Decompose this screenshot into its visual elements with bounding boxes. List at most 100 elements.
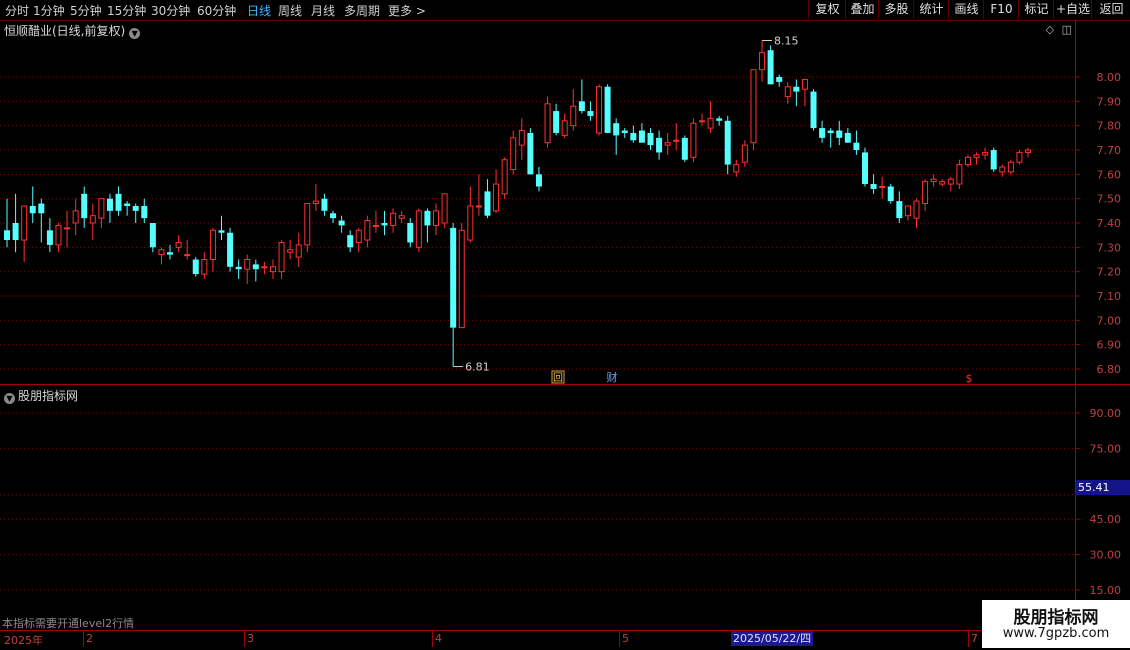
date-tick <box>619 631 620 647</box>
candle-body <box>295 244 302 258</box>
price-axis-label: 7.00 <box>1097 314 1122 327</box>
candle-body <box>578 101 585 112</box>
price-axis-label: 7.40 <box>1097 217 1122 230</box>
candle-body <box>1025 149 1032 153</box>
month-label: 2 <box>86 632 93 645</box>
candle-body <box>330 213 337 219</box>
candle-body <box>12 223 19 241</box>
candle-body <box>836 130 843 138</box>
candle-body <box>690 122 697 158</box>
price-axis-label: 7.20 <box>1097 266 1122 279</box>
candle-body <box>587 111 594 116</box>
candle-body <box>252 264 259 270</box>
candle-body <box>64 227 71 230</box>
candle-body <box>844 132 851 143</box>
candle-body <box>784 86 791 97</box>
candle-body <box>467 205 474 241</box>
watermark-url: www.7gpzb.com <box>1002 626 1110 641</box>
candle-body <box>141 205 148 219</box>
candle-body <box>304 203 311 246</box>
candle-body <box>424 210 431 226</box>
candle-body <box>973 154 980 158</box>
date-tick <box>83 631 84 647</box>
date-tick <box>968 631 969 647</box>
candle-body <box>227 232 234 267</box>
candle-body <box>235 266 242 270</box>
candle-body <box>510 137 517 170</box>
candle-body <box>158 249 165 256</box>
candle-body <box>175 241 182 248</box>
candle-body <box>604 86 611 133</box>
candle-body <box>167 252 174 255</box>
price-axis-label: 7.10 <box>1097 290 1122 303</box>
candle-body <box>879 186 886 188</box>
sub-axis-label: 45.00 <box>1090 513 1122 526</box>
candle-body <box>98 198 105 219</box>
candle-body <box>124 203 131 206</box>
price-axis-label: 7.60 <box>1097 168 1122 181</box>
candle-body <box>776 77 783 82</box>
candle-body <box>561 120 568 136</box>
candle-body <box>493 183 500 212</box>
candle-body <box>767 50 774 85</box>
candle-body <box>638 130 645 143</box>
candle-body <box>106 198 113 211</box>
candle-body <box>312 200 319 205</box>
candle-body <box>922 181 929 205</box>
price-axis-label: 7.70 <box>1097 144 1122 157</box>
candle-body <box>407 223 414 243</box>
candle-body <box>38 203 45 214</box>
price-axis-label: 6.90 <box>1097 339 1122 352</box>
candle-body <box>441 193 448 224</box>
candle-body <box>724 120 731 165</box>
candle-body <box>218 230 225 233</box>
candle-body <box>72 210 79 224</box>
candle-body <box>630 132 637 141</box>
sub-axis-label: 30.00 <box>1090 549 1122 562</box>
candle-body <box>192 259 199 275</box>
candle-body <box>913 200 920 219</box>
low-price-label: 6.81 <box>465 361 490 374</box>
candle-body <box>681 137 688 160</box>
candle-body <box>475 205 482 208</box>
price-axis-label: 7.50 <box>1097 193 1122 206</box>
price-axis-label: 6.80 <box>1097 363 1122 376</box>
sub-axis-label: 15.00 <box>1090 584 1122 597</box>
candle-body <box>887 186 894 202</box>
candle-body <box>518 130 525 146</box>
year-label: 2025年 <box>4 634 43 647</box>
candle-body <box>355 229 362 243</box>
candle-body <box>338 220 345 226</box>
candle-body <box>372 224 379 227</box>
candle-body <box>999 166 1006 173</box>
event-marker-cai: 财 <box>607 370 618 384</box>
candle-body <box>1016 151 1023 163</box>
candle-body <box>904 205 911 217</box>
candle-body <box>793 86 800 92</box>
candle-body <box>55 224 62 246</box>
candle-body <box>132 205 139 211</box>
candle-body <box>149 223 156 248</box>
candle-body <box>4 230 10 241</box>
candle-body <box>964 156 971 166</box>
sub-pane-title: ▼ 股朋指标网 <box>4 387 78 404</box>
candle-body <box>321 198 328 211</box>
candle-body <box>287 249 294 253</box>
candle-body <box>982 151 989 156</box>
candle-body <box>390 212 397 226</box>
candle-body <box>698 120 705 123</box>
axis-divider <box>1075 20 1076 630</box>
candle-body <box>810 91 817 129</box>
candle-body <box>381 223 388 226</box>
price-axis-label: 7.30 <box>1097 241 1122 254</box>
candle-body <box>853 142 860 150</box>
candle-body <box>896 201 903 219</box>
candle-body <box>46 230 53 245</box>
candle-body <box>244 259 251 270</box>
candlestick-chart[interactable]: 8.00 7.90 7.80 7.70 7.60 7.50 7.40 7.30 7.20 7.10… <box>0 0 1130 650</box>
dropdown-icon[interactable]: ▼ <box>4 393 15 404</box>
pane-separator[interactable] <box>0 384 1130 385</box>
candle-body <box>570 105 577 127</box>
candle-body <box>398 215 405 219</box>
candle-body <box>201 259 208 275</box>
